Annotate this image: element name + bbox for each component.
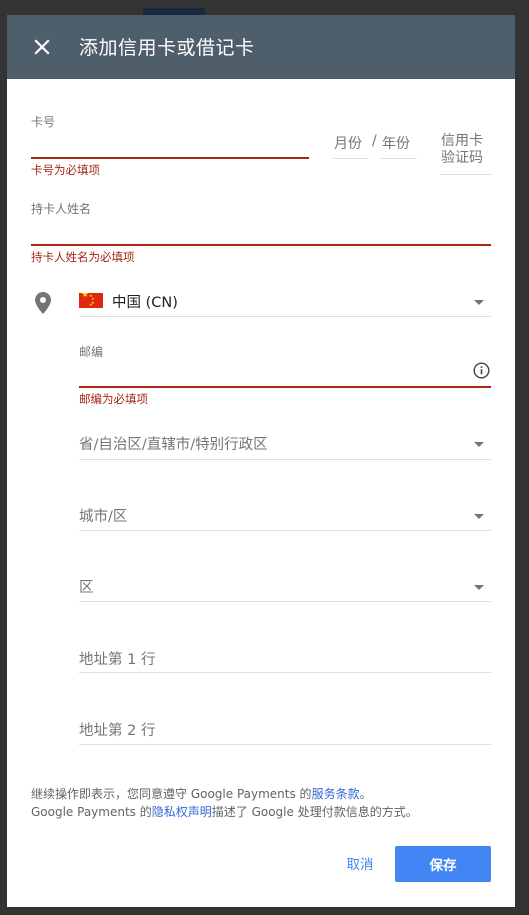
province-dropdown[interactable]: 省/自治区/直辖市/特别行政区 [79,425,491,459]
postal-code-label: 邮编 [79,345,104,359]
card-number-underline [31,157,309,159]
country-underline [79,316,491,317]
cvc-placeholder-line1: 信用卡 [441,133,483,149]
cardholder-name-label: 持卡人姓名 [31,202,92,216]
address-line2-placeholder: 地址第 2 行 [79,723,156,739]
country-value: 中国 (CN) [112,295,178,311]
expiry-month-underline [333,158,369,159]
card-number-field[interactable]: 卡号 [31,113,309,159]
city-dropdown-arrow-icon [474,514,484,519]
china-flag-icon: ★ ★ ★ ★ ★ [79,293,103,308]
address-line2-underline [79,744,491,745]
terms-text: 继续操作即表示，您同意遵守 Google Payments 的服务条款。 Goo… [31,785,418,821]
expiry-year-underline [380,158,417,159]
cardholder-name-field[interactable]: 持卡人姓名 [31,200,491,246]
add-card-dialog: 添加信用卡或借记卡 卡号 卡号为必填项 月份 / 年份 信用卡 验证码 持卡人姓… [7,15,515,907]
location-pin-icon [35,292,51,314]
province-dropdown-arrow-icon [474,442,484,447]
district-underline [79,601,491,602]
province-underline [79,459,491,460]
terms-line2: Google Payments 的隐私权声明描述了 Google 处理付款信息的… [31,803,418,821]
postal-code-underline [79,386,491,388]
terms-line1: 继续操作即表示，您同意遵守 Google Payments 的服务条款。 [31,785,418,803]
card-number-error: 卡号为必填项 [31,163,100,177]
info-icon[interactable] [473,362,490,379]
expiry-year-field[interactable]: 年份 [380,131,417,161]
expiry-year-placeholder: 年份 [382,136,410,152]
expiry-month-field[interactable]: 月份 [333,131,369,161]
cardholder-name-error: 持卡人姓名为必填项 [31,250,135,264]
terms-line2-prefix: Google Payments 的 [31,805,152,819]
city-underline [79,530,491,531]
terms-line1-prefix: 继续操作即表示，您同意遵守 Google Payments 的 [31,787,312,801]
cardholder-name-underline [31,244,491,246]
terms-of-service-link[interactable]: 服务条款 [312,787,360,801]
cvc-placeholder-line2: 验证码 [441,150,483,166]
dialog-header: 添加信用卡或借记卡 [7,15,515,79]
dialog-title: 添加信用卡或借记卡 [79,37,255,59]
city-dropdown[interactable]: 城市/区 [79,496,491,530]
privacy-notice-link[interactable]: 隐私权声明 [152,805,212,819]
district-dropdown[interactable]: 区 [79,567,491,601]
save-button[interactable]: 保存 [395,846,491,882]
postal-code-error: 邮编为必填项 [79,392,148,406]
cvc-field[interactable]: 信用卡 验证码 [440,131,492,175]
cancel-button[interactable]: 取消 [329,848,391,878]
postal-code-field[interactable]: 邮编 [79,343,491,387]
expiry-month-placeholder: 月份 [334,136,362,152]
address-line1-placeholder: 地址第 1 行 [79,652,156,668]
country-dropdown-arrow-icon [474,300,484,305]
close-icon [34,39,50,55]
address-line1-underline [79,672,491,673]
card-number-label: 卡号 [31,115,56,129]
terms-line1-suffix: 。 [359,787,372,801]
close-button[interactable] [29,34,55,60]
expiry-separator: / [372,133,377,149]
terms-line2-suffix: 描述了 Google 处理付款信息的方式。 [211,805,418,819]
address-line2-field[interactable]: 地址第 2 行 [79,709,491,743]
cvc-underline [440,174,492,175]
address-line1-field[interactable]: 地址第 1 行 [79,638,491,672]
district-dropdown-arrow-icon [474,585,484,590]
city-placeholder: 城市/区 [79,509,128,525]
province-placeholder: 省/自治区/直辖市/特别行政区 [79,437,268,453]
district-placeholder: 区 [79,580,94,596]
